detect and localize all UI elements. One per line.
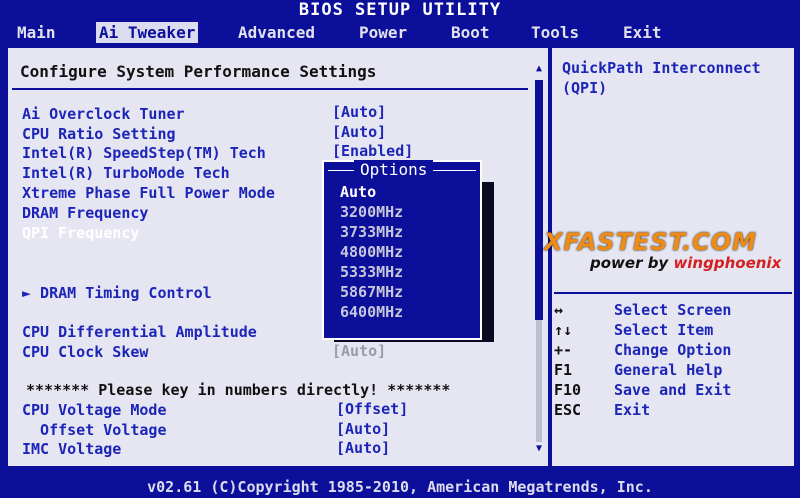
option-6400mhz[interactable]: 6400MHz [340,302,403,322]
tab-boot[interactable]: Boot [448,22,493,43]
watermark-site: XFASTEST.COM [544,228,758,256]
window-title: BIOS SETUP UTILITY [298,0,502,20]
key-left-right-icon: ↔ [554,301,564,319]
key-desc-select-screen: Select Screen [614,301,732,319]
setting-cpu-ratio[interactable]: CPU Ratio Setting [22,124,176,144]
scroll-down-arrow-icon[interactable]: ▼ [534,444,544,454]
key-esc: ESC [554,401,582,419]
option-5333mhz[interactable]: 5333MHz [340,262,403,282]
key-up-down-icon: ↑↓ [554,321,573,339]
setting-imc-voltage[interactable]: IMC Voltage [22,439,121,459]
setting-turbomode[interactable]: Intel(R) TurboMode Tech [22,163,230,183]
notice-text: ******* Please key in numbers directly! … [26,381,451,399]
option-5867mhz[interactable]: 5867MHz [340,282,403,302]
setting-offset-voltage[interactable]: Offset Voltage [22,420,166,440]
scroll-thumb[interactable] [535,80,543,320]
value-ai-overclock-tuner[interactable]: [Auto] [332,102,386,122]
help-divider [554,292,792,294]
tab-tools[interactable]: Tools [528,22,582,43]
tab-exit[interactable]: Exit [620,22,665,43]
value-cpu-clock-skew[interactable]: [Auto] [332,341,386,361]
key-desc-change-option: Change Option [614,341,732,359]
popup-title: Options [354,160,434,180]
tab-ai-tweaker[interactable]: Ai Tweaker [96,22,199,43]
watermark-author: wingphoenix [673,254,782,272]
option-3733mhz[interactable]: 3733MHz [340,222,403,242]
value-speedstep[interactable]: [Enabled] [332,141,413,161]
key-desc-save-exit: Save and Exit [614,381,732,399]
scroll-up-arrow-icon[interactable]: ▲ [534,64,544,74]
page-title: Configure System Performance Settings [20,62,377,81]
setting-cpu-clock-skew[interactable]: CPU Clock Skew [22,342,148,362]
heading-divider [12,88,528,90]
watermark-credit: power by wingphoenix [590,254,781,272]
key-f1: F1 [554,361,573,379]
scrollbar[interactable]: ▲ ▼ [534,62,544,458]
tab-power[interactable]: Power [356,22,410,43]
option-auto[interactable]: Auto [340,182,376,202]
setting-xtreme-phase[interactable]: Xtreme Phase Full Power Mode [22,183,275,203]
help-title: QuickPath Interconnect (QPI) [562,59,761,97]
setting-cpu-diff-amplitude[interactable]: CPU Differential Amplitude [22,322,257,342]
key-f10: F10 [554,381,582,399]
value-cpu-voltage-mode[interactable]: [Offset] [336,399,408,419]
key-desc-select-item: Select Item [614,321,714,339]
menu-bar: Main Ai Tweaker Advanced Power Boot Tool… [0,20,800,44]
setting-qpi-frequency[interactable]: QPI Frequency [22,223,139,243]
setting-ai-overclock-tuner[interactable]: Ai Overclock Tuner [22,104,185,124]
tab-advanced[interactable]: Advanced [235,22,318,43]
setting-dram-frequency[interactable]: DRAM Frequency [22,203,148,223]
submenu-dram-timing[interactable]: ► DRAM Timing Control [22,283,212,303]
key-plus-minus: +- [554,341,573,359]
value-offset-voltage[interactable]: [Auto] [336,419,390,439]
setting-cpu-voltage-mode[interactable]: CPU Voltage Mode [22,400,167,420]
setting-speedstep[interactable]: Intel(R) SpeedStep(TM) Tech [22,143,266,163]
option-3200mhz[interactable]: 3200MHz [340,202,403,222]
watermark-power-by: power by [590,254,674,272]
key-desc-exit: Exit [614,401,651,419]
value-imc-voltage[interactable]: [Auto] [336,438,390,458]
options-popup: Options Auto 3200MHz 3733MHz 4800MHz 533… [322,160,482,340]
option-4800mhz[interactable]: 4800MHz [340,242,403,262]
copyright-footer: v02.61 (C)Copyright 1985-2010, American … [147,478,653,496]
value-cpu-ratio[interactable]: [Auto] [332,122,386,142]
tab-main[interactable]: Main [14,22,59,43]
key-desc-general-help: General Help [614,361,723,379]
